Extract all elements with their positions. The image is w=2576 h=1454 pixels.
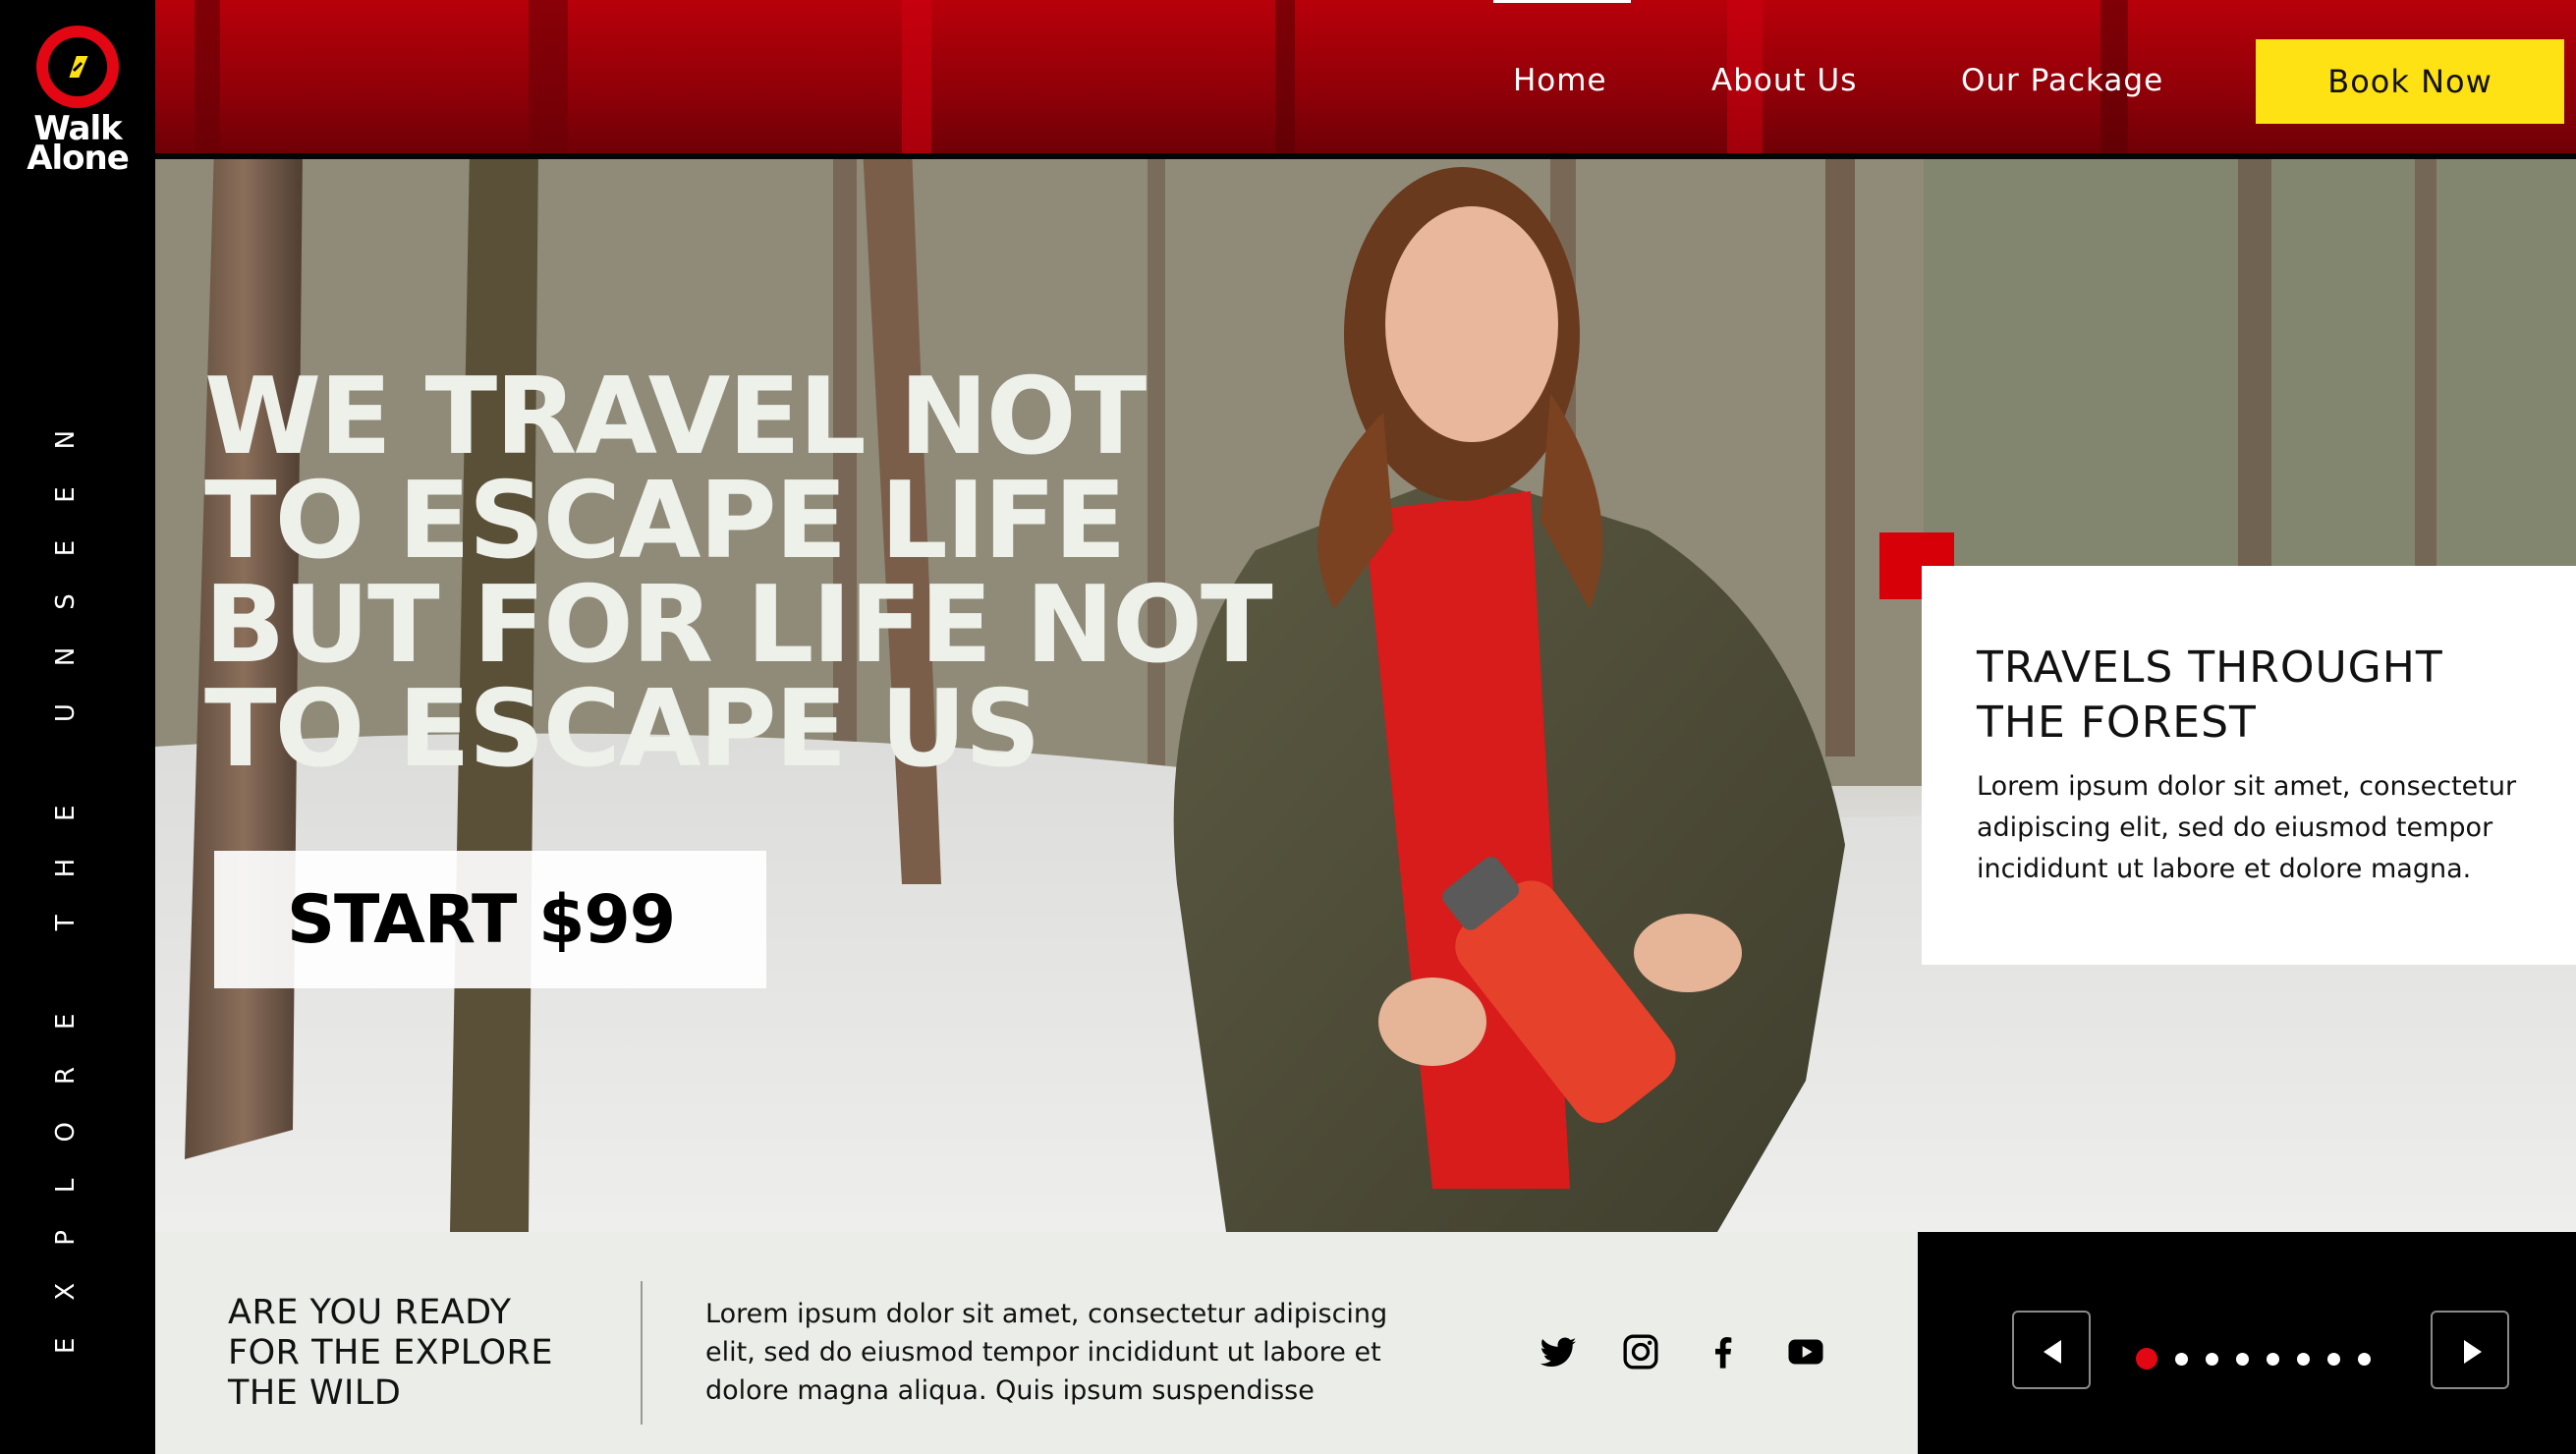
book-now-button[interactable]: Book Now xyxy=(2256,39,2564,124)
header-divider xyxy=(155,153,2576,159)
slide-dot[interactable] xyxy=(2297,1352,2310,1366)
nav-home-link[interactable]: Home xyxy=(1513,63,1607,98)
bottom-strip: ARE YOU READY FOR THE EXPLORE THE WILD L… xyxy=(155,1232,1918,1454)
card-body: Lorem ipsum dolor sit amet, consectetur … xyxy=(1977,771,2517,884)
headline-line: TO ESCAPE US xyxy=(204,668,1041,791)
slide-dot[interactable] xyxy=(2175,1352,2188,1366)
triangle-left-icon xyxy=(2044,1340,2061,1364)
card-title: TRAVELS THROUGHT THE FOREST xyxy=(1977,641,2566,751)
headline-line: BUT FOR LIFE NOT xyxy=(204,564,1273,687)
slide-dot[interactable] xyxy=(2267,1352,2279,1366)
explore-question: ARE YOU READY FOR THE EXPLORE THE WILD xyxy=(228,1293,641,1414)
card-title-line1: TRAVELS THROUGHT xyxy=(1977,643,2443,693)
explore-line3: THE WILD xyxy=(228,1373,402,1413)
nav-about-link[interactable]: About Us xyxy=(1711,63,1857,98)
slide-pagination xyxy=(2136,1348,2371,1370)
next-slide-button[interactable] xyxy=(2431,1311,2509,1389)
bottom-description: Lorem ipsum dolor sit amet, consectetur … xyxy=(705,1299,1388,1406)
headline-line: WE TRAVEL NOT xyxy=(204,356,1147,478)
nav-active-indicator xyxy=(1493,0,1631,3)
facebook-icon[interactable] xyxy=(1704,1332,1743,1371)
headline-line: TO ESCAPE LIFE xyxy=(204,460,1127,583)
brand-name: Walk Alone xyxy=(0,112,155,178)
slide-dot[interactable] xyxy=(2206,1352,2218,1366)
social-links xyxy=(1539,1330,1825,1373)
vertical-divider xyxy=(641,1281,643,1425)
slide-dot[interactable] xyxy=(2236,1352,2249,1366)
slider-controls xyxy=(1918,1232,2576,1454)
explore-line1: ARE YOU READY xyxy=(228,1293,512,1332)
slide-dot[interactable] xyxy=(2327,1352,2340,1366)
start-price-button[interactable]: START $99 xyxy=(214,851,766,988)
card-title-line2: THE FOREST xyxy=(1977,698,2257,748)
brand-name-line2: Alone xyxy=(27,139,130,178)
sidebar: Walk Alone EXPLORE THE UNSEEN xyxy=(0,0,155,1454)
nav-package-link[interactable]: Our Package xyxy=(1961,63,2163,98)
triangle-right-icon xyxy=(2464,1340,2482,1364)
instagram-icon[interactable] xyxy=(1621,1332,1660,1371)
sidebar-tagline: EXPLORE THE UNSEEN xyxy=(51,392,81,1354)
hero-headline: WE TRAVEL NOT TO ESCAPE LIFE BUT FOR LIF… xyxy=(204,356,1383,791)
youtube-icon[interactable] xyxy=(1786,1332,1825,1371)
main-nav: Home About Us Our Package xyxy=(0,57,2576,116)
twitter-icon[interactable] xyxy=(1539,1332,1578,1371)
slide-dot[interactable] xyxy=(2358,1352,2371,1366)
explore-line2: FOR THE EXPLORE xyxy=(228,1333,553,1372)
previous-slide-button[interactable] xyxy=(2012,1311,2091,1389)
info-card: TRAVELS THROUGHT THE FOREST Lorem ipsum … xyxy=(1922,566,2576,965)
slide-dot-active[interactable] xyxy=(2136,1348,2157,1370)
